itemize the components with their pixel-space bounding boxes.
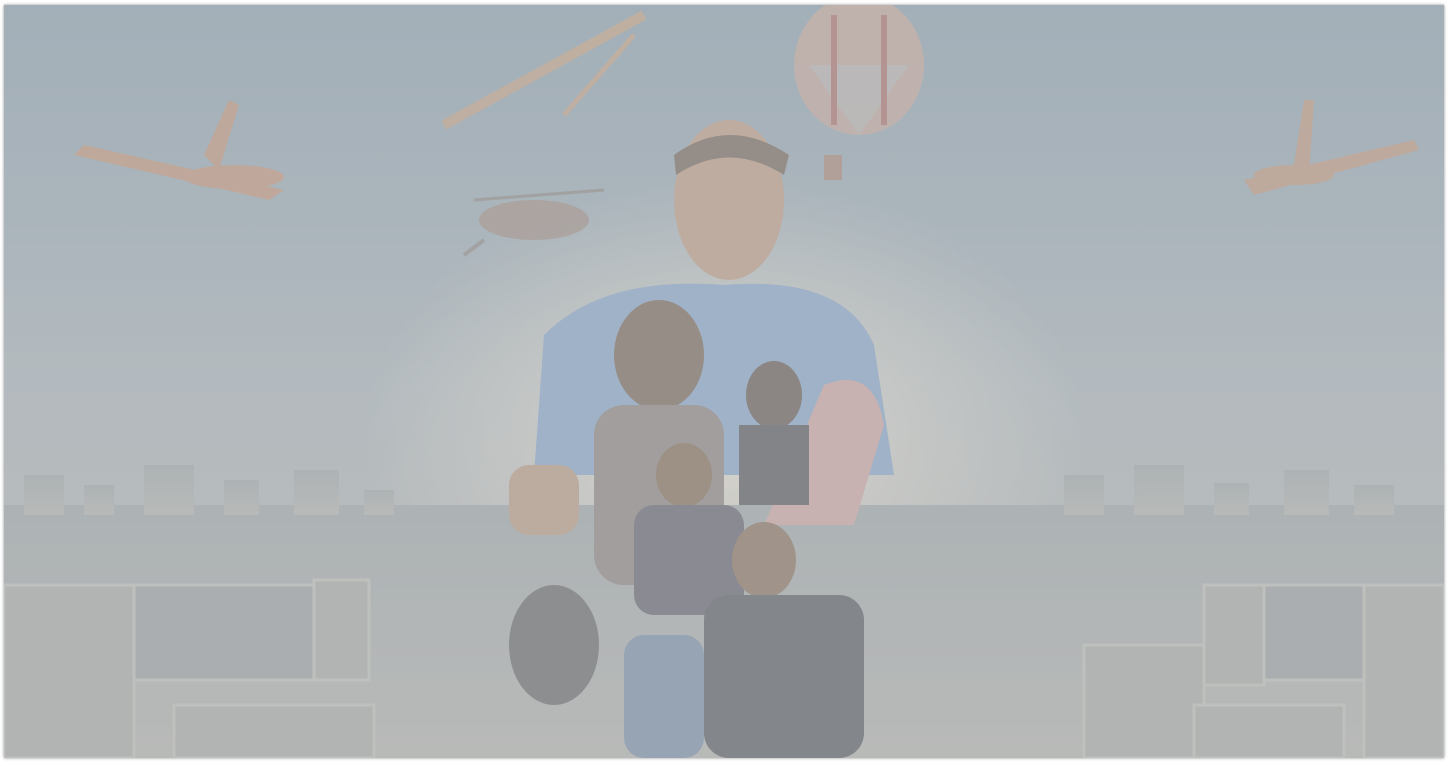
poster-backdrop-image (4, 5, 1444, 758)
disabled-overlay (4, 5, 1444, 758)
